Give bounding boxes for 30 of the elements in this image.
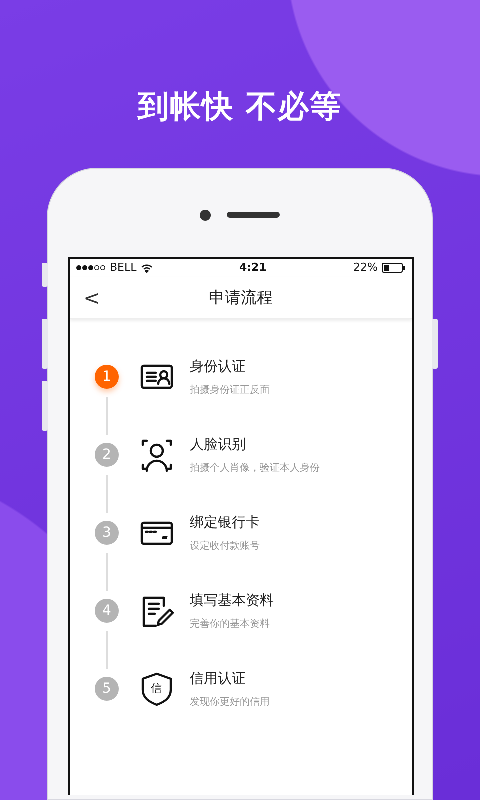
camera-icon [200,210,211,220]
step-description: 拍摄身份证正反面 [190,384,270,398]
speaker-icon [227,212,280,218]
clock-time: 4:21 [239,260,267,276]
back-button[interactable]: < [70,288,114,308]
step-description: 拍摄个人肖像，验证本人身份 [190,462,320,476]
form-edit-icon [140,594,174,628]
step-title: 信用认证 [190,670,247,689]
page-title: 申请流程 [208,286,274,308]
step-title: 绑定银行卡 [190,514,260,533]
step-title: 填写基本资料 [190,592,274,611]
step-title: 身份认证 [190,358,247,377]
face-scan-icon [140,438,174,472]
step-number: 4 [95,599,119,623]
shield-icon [140,672,174,706]
signal-icon [76,265,106,271]
headline: 到帐快 不必等 [136,88,343,127]
step-number: 2 [95,443,119,467]
step-number: 1 [95,365,119,389]
step-description: 设定收付款账号 [190,540,260,554]
shield-label: 信 [151,682,162,695]
step-description: 完善你的基本资料 [190,618,271,632]
step-number: 3 [95,521,119,545]
wifi-icon [140,264,153,272]
step-description: 发现你更好的信用 [190,696,270,710]
battery-icon [382,263,406,273]
step-number: 5 [95,677,119,701]
battery-percent: 22% [354,260,378,276]
step-title: 人脸识别 [190,436,247,455]
carrier-name: BELL [110,260,137,276]
